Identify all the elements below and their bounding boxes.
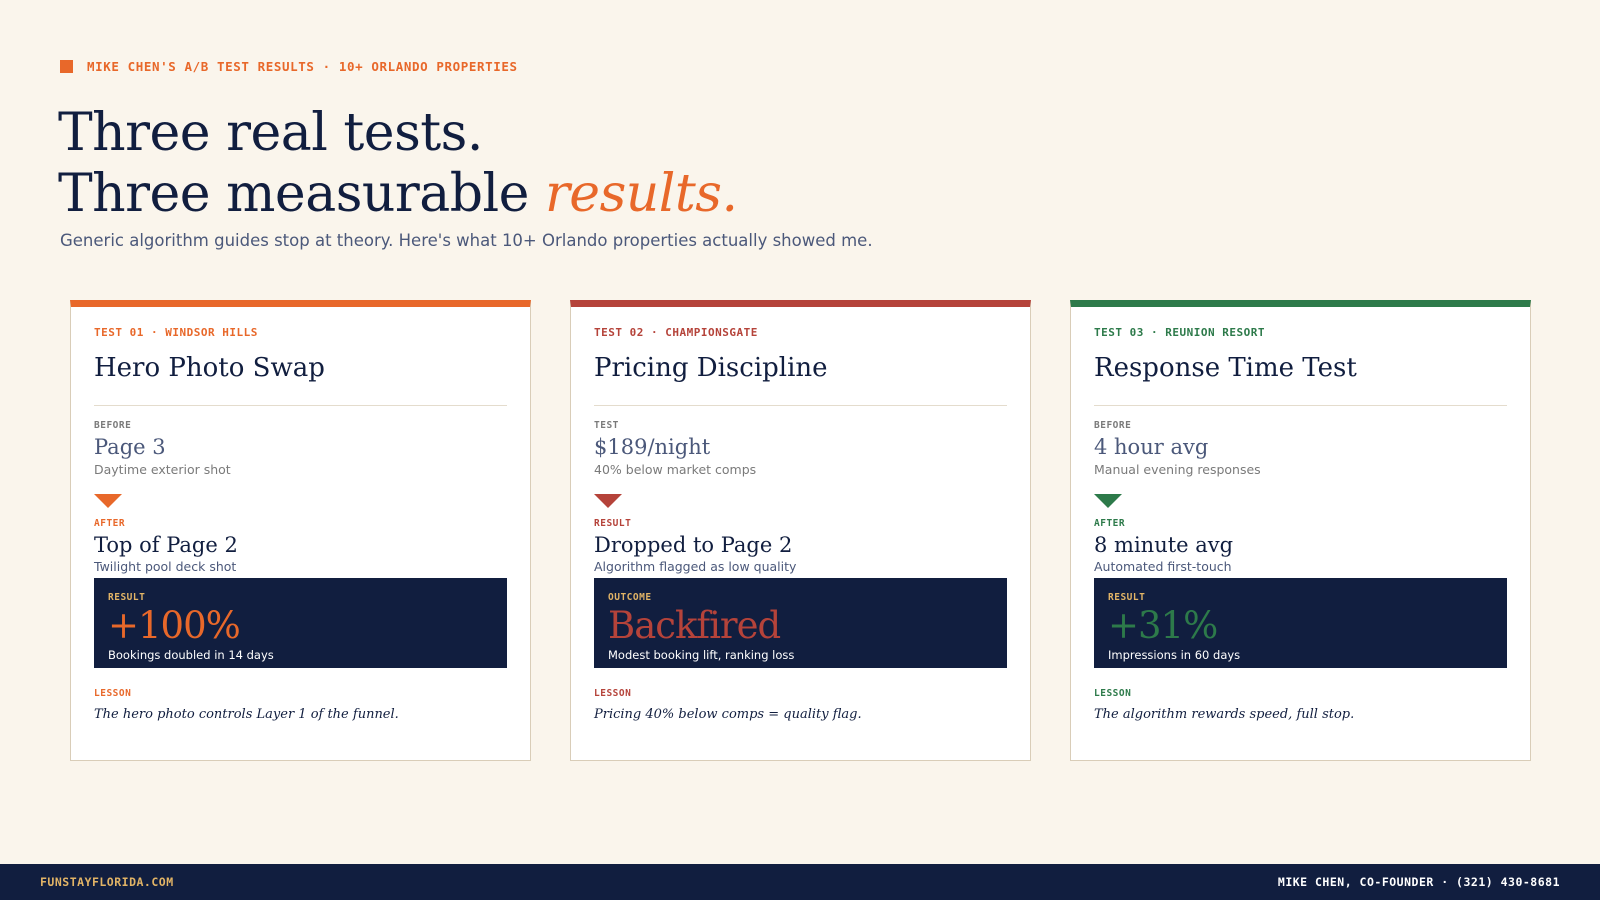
headline-line-2-accent: results.: [544, 164, 738, 224]
after-value: Dropped to Page 2: [594, 533, 793, 557]
headline-line-2-prefix: Three measurable: [58, 164, 545, 224]
test-cards: TEST 01 · WINDSOR HILLS Hero Photo Swap …: [70, 300, 1531, 761]
test-tag: TEST 01 · WINDSOR HILLS: [94, 326, 258, 339]
result-box: OUTCOME Backfired Modest booking lift, r…: [594, 578, 1007, 668]
before-detail: 40% below market comps: [594, 462, 757, 477]
result-detail: Impressions in 60 days: [1108, 648, 1241, 662]
result-box: RESULT +31% Impressions in 60 days: [1094, 578, 1507, 668]
before-value: Page 3: [94, 435, 166, 459]
result-label: RESULT: [1108, 592, 1146, 603]
test-title: Pricing Discipline: [594, 353, 828, 383]
before-value: $189/night: [594, 435, 711, 459]
after-detail: Algorithm flagged as low quality: [594, 559, 797, 574]
after-detail: Automated first-touch: [1094, 559, 1232, 574]
test-title: Hero Photo Swap: [94, 353, 325, 383]
test-card-3: TEST 03 · REUNION RESORT Response Time T…: [1070, 300, 1531, 761]
result-value: +31%: [1108, 604, 1218, 647]
result-detail: Modest booking lift, ranking loss: [608, 648, 795, 662]
test-card-2: TEST 02 · CHAMPIONSGATE Pricing Discipli…: [570, 300, 1031, 761]
eyebrow-square-icon: [60, 60, 73, 73]
footer: FUNSTAYFLORIDA.COM MIKE CHEN, CO-FOUNDER…: [0, 864, 1600, 900]
subtitle: Generic algorithm guides stop at theory.…: [60, 231, 873, 250]
test-tag: TEST 02 · CHAMPIONSGATE: [594, 326, 758, 339]
lesson-label: LESSON: [94, 688, 132, 699]
footer-site-link[interactable]: FUNSTAYFLORIDA.COM: [40, 875, 174, 889]
divider: [594, 405, 1007, 406]
after-detail: Twilight pool deck shot: [94, 559, 237, 574]
eyebrow: MIKE CHEN'S A/B TEST RESULTS · 10+ ORLAN…: [60, 59, 518, 74]
before-value: 4 hour avg: [1094, 435, 1209, 459]
divider: [94, 405, 507, 406]
arrow-down-icon: [594, 494, 622, 508]
before-label: BEFORE: [1094, 420, 1132, 431]
result-value: Backfired: [608, 604, 781, 647]
before-detail: Manual evening responses: [1094, 462, 1261, 477]
divider: [1094, 405, 1507, 406]
lesson-label: LESSON: [1094, 688, 1132, 699]
lesson-text: The hero photo controls Layer 1 of the f…: [94, 707, 399, 722]
arrow-down-icon: [1094, 494, 1122, 508]
after-value: 8 minute avg: [1094, 533, 1234, 557]
test-title: Response Time Test: [1094, 353, 1357, 383]
after-label: RESULT: [594, 518, 632, 529]
before-detail: Daytime exterior shot: [94, 462, 231, 477]
result-value: +100%: [108, 604, 241, 647]
arrow-down-icon: [94, 494, 122, 508]
before-label: TEST: [594, 420, 619, 431]
lesson-text: Pricing 40% below comps = quality flag.: [594, 707, 862, 722]
result-label: RESULT: [108, 592, 146, 603]
eyebrow-text: MIKE CHEN'S A/B TEST RESULTS · 10+ ORLAN…: [87, 59, 518, 74]
lesson-text: The algorithm rewards speed, full stop.: [1094, 707, 1355, 722]
footer-contact: MIKE CHEN, CO-FOUNDER · (321) 430-8681: [1277, 875, 1560, 889]
test-card-1: TEST 01 · WINDSOR HILLS Hero Photo Swap …: [70, 300, 531, 761]
result-detail: Bookings doubled in 14 days: [108, 648, 274, 662]
result-box: RESULT +100% Bookings doubled in 14 days: [94, 578, 507, 668]
result-label: OUTCOME: [608, 592, 652, 603]
test-tag: TEST 03 · REUNION RESORT: [1094, 326, 1265, 339]
before-label: BEFORE: [94, 420, 132, 431]
after-value: Top of Page 2: [94, 533, 238, 557]
headline: Three real tests. Three measurable resul…: [58, 103, 738, 225]
after-label: AFTER: [1094, 518, 1126, 529]
lesson-label: LESSON: [594, 688, 632, 699]
after-label: AFTER: [94, 518, 126, 529]
headline-line-1: Three real tests.: [58, 103, 483, 163]
